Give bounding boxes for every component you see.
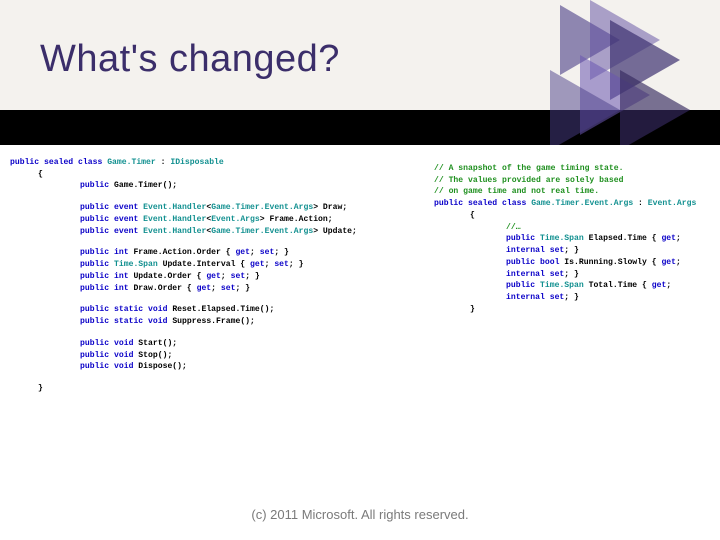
footer-copyright: (c) 2011 Microsoft. All rights reserved. xyxy=(0,507,720,522)
decorative-triangles xyxy=(500,0,700,145)
code-right-column: // A snapshot of the game timing state. … xyxy=(398,157,710,395)
code-area: public sealed class Game.Timer : IDispos… xyxy=(10,157,710,395)
slide-title: What's changed? xyxy=(40,38,340,81)
code-left-column: public sealed class Game.Timer : IDispos… xyxy=(10,157,398,395)
